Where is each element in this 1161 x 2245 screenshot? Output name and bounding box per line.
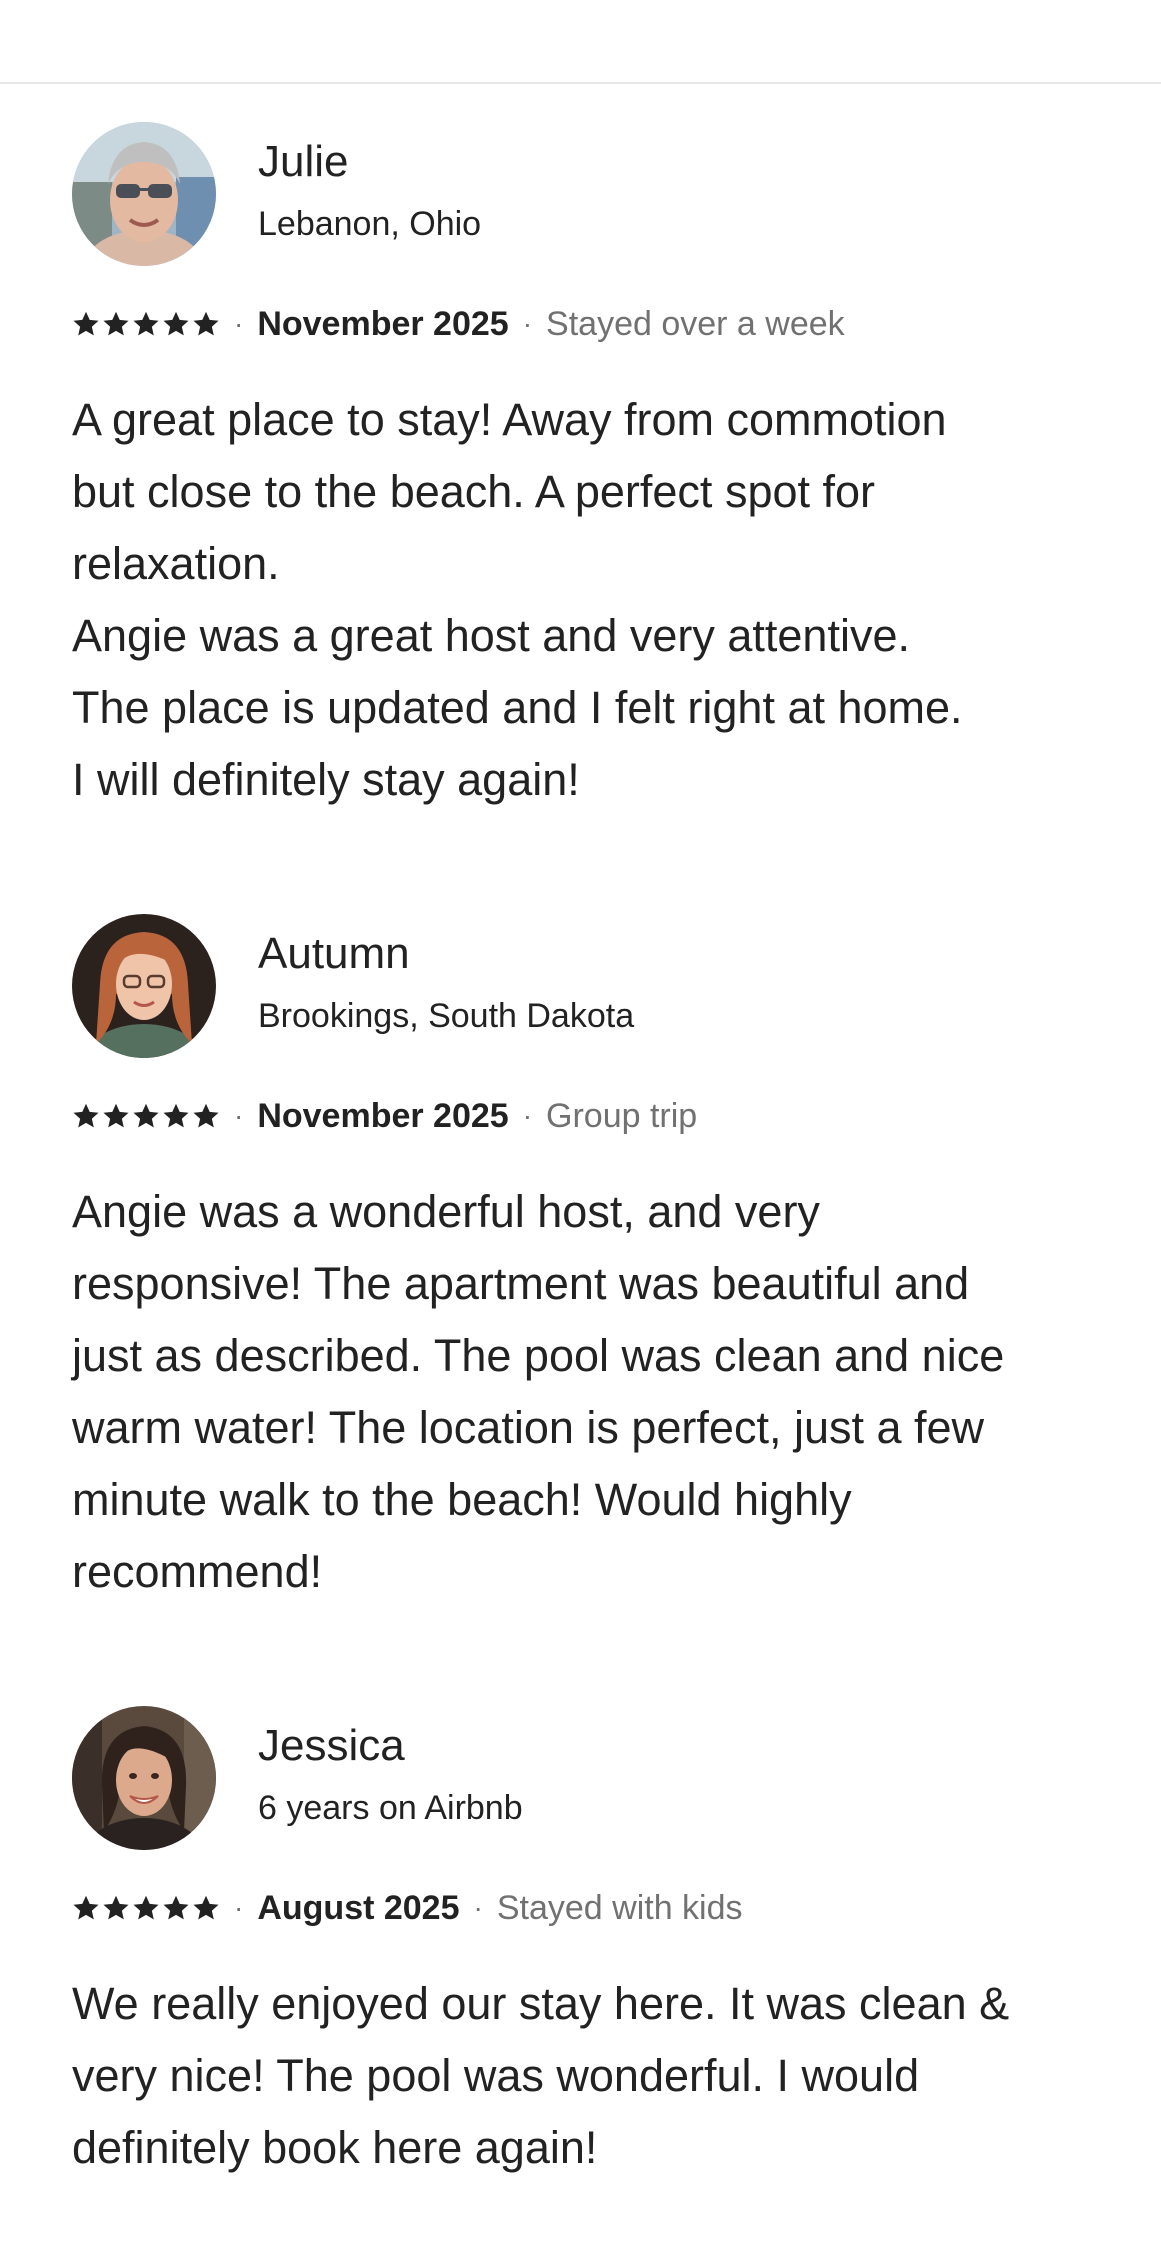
reviewer-name: Autumn <box>258 929 410 978</box>
star-icon <box>193 1895 219 1920</box>
review-text: A great place to stay! Away from commoti… <box>72 394 963 805</box>
star-icon <box>163 311 189 336</box>
reviewer-header[interactable]: Autumn Brookings, South Dakota <box>72 914 1102 1064</box>
star-icon <box>163 1895 189 1920</box>
star-icon <box>193 311 219 336</box>
reviewer-location: Brookings, South Dakota <box>258 997 635 1035</box>
star-rating <box>72 1102 220 1130</box>
reviewer-header[interactable]: Jessica 6 years on Airbnb <box>72 1706 1102 1856</box>
review-text: Angie was a wonderful host, and very res… <box>72 1186 1005 1597</box>
reviewer-tenure: 6 years on Airbnb <box>258 1789 523 1827</box>
review-meta: · November 2025 · Stayed over a week <box>72 302 845 346</box>
reviewer-location: Lebanon, Ohio <box>258 205 482 243</box>
star-icon <box>103 311 129 336</box>
trip-type: Stayed with kids <box>496 1888 743 1927</box>
reviewer-name: Jessica <box>258 1721 405 1770</box>
star-icon <box>73 311 99 336</box>
review-date: November 2025 <box>257 304 509 343</box>
avatar[interactable] <box>72 122 216 266</box>
top-divider <box>0 82 1161 84</box>
star-icon <box>193 1103 219 1128</box>
star-rating <box>72 1894 220 1922</box>
separator-dot: · <box>473 1892 483 1923</box>
review-card: Jessica 6 years on Airbnb · August 2025 … <box>72 1706 1102 2173</box>
avatar-photo <box>72 1706 216 1850</box>
review-text: We really enjoyed our stay here. It was … <box>72 1978 1010 2173</box>
star-icon <box>73 1895 99 1920</box>
avatar[interactable] <box>72 914 216 1058</box>
trip-type: Stayed over a week <box>546 304 845 343</box>
star-icon <box>103 1103 129 1128</box>
star-icon <box>73 1103 99 1128</box>
separator-dot: · <box>234 1892 244 1923</box>
separator-dot: · <box>522 308 533 339</box>
review-meta: · November 2025 · Group trip <box>72 1094 697 1138</box>
trip-type: Group trip <box>546 1096 698 1135</box>
separator-dot: · <box>234 308 244 339</box>
star-icon <box>133 311 159 336</box>
review-meta: · August 2025 · Stayed with kids <box>72 1886 743 1930</box>
star-icon <box>103 1895 129 1920</box>
review-date: August 2025 <box>257 1888 460 1927</box>
avatar-photo <box>72 914 216 1058</box>
reviewer-name: Julie <box>258 137 349 186</box>
star-rating <box>72 310 220 338</box>
star-icon <box>133 1895 159 1920</box>
avatar[interactable] <box>72 1706 216 1850</box>
star-icon <box>133 1103 159 1128</box>
separator-dot: · <box>234 1100 244 1131</box>
review-card: Julie Lebanon, Ohio · November 2025 · St… <box>72 122 1102 805</box>
separator-dot: · <box>522 1100 533 1131</box>
review-card: Autumn Brookings, South Dakota · Novembe… <box>72 914 1102 1597</box>
review-date: November 2025 <box>257 1096 509 1135</box>
avatar-photo <box>72 122 216 266</box>
star-icon <box>163 1103 189 1128</box>
reviewer-header[interactable]: Julie Lebanon, Ohio <box>72 122 1102 272</box>
